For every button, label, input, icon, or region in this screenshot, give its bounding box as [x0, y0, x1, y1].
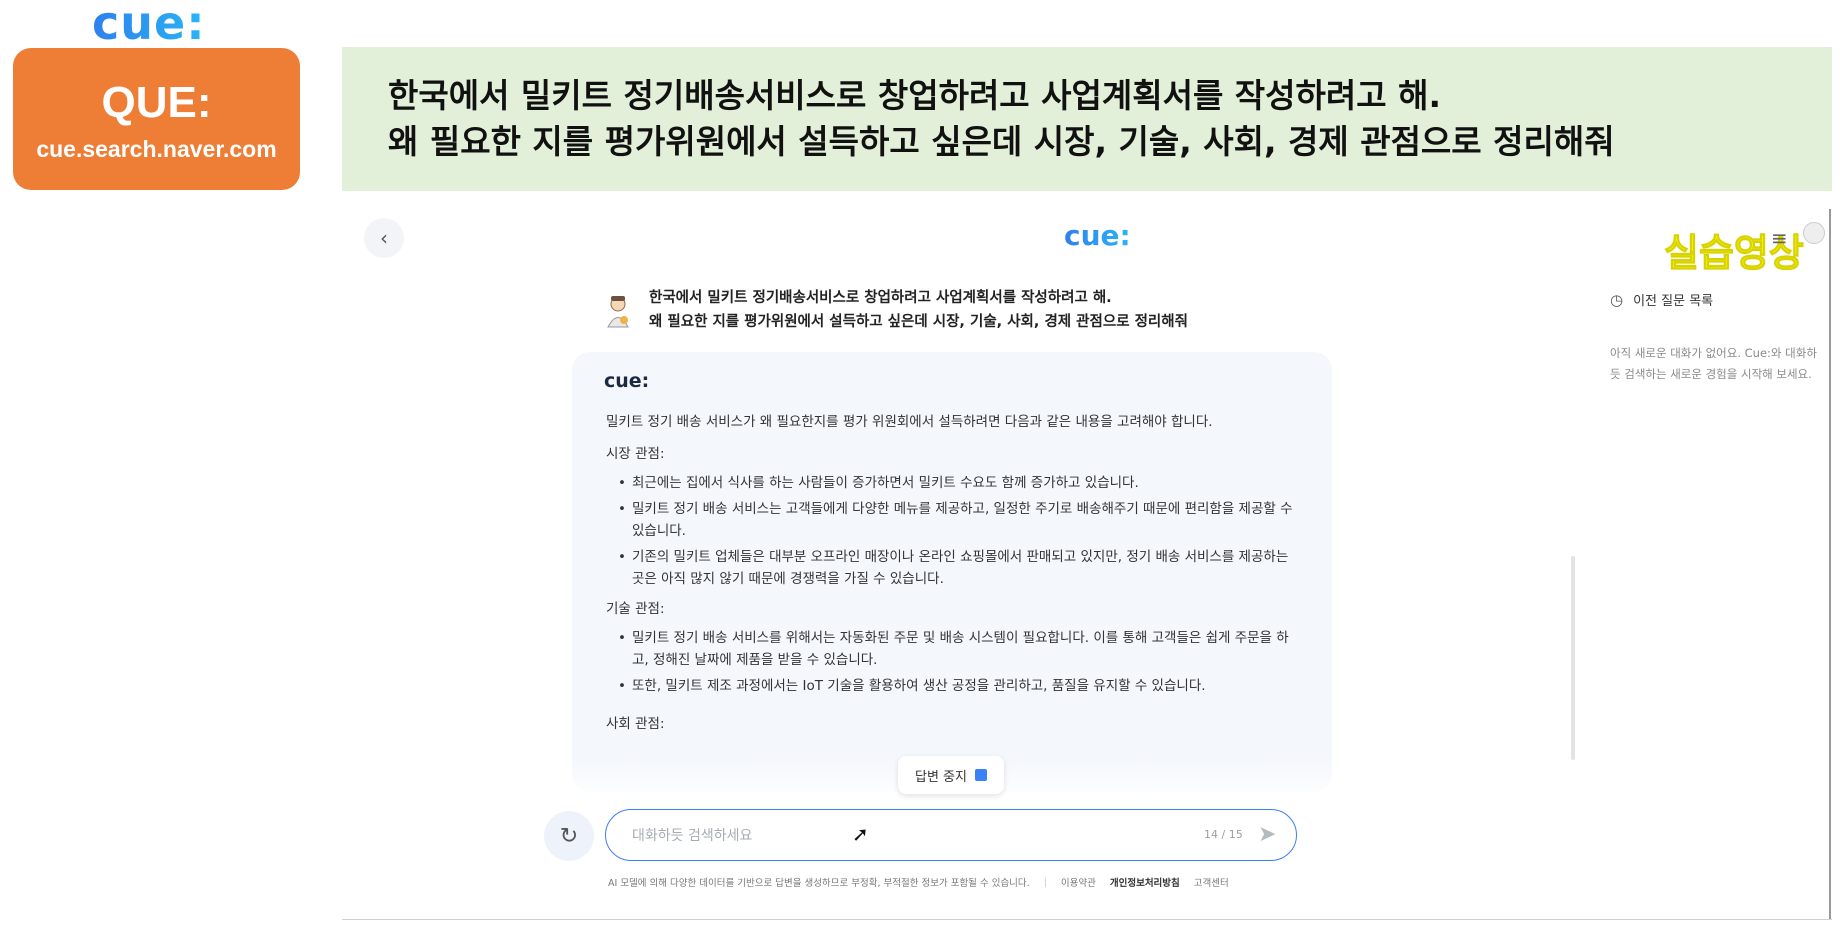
badge-url: cue.search.naver.com	[36, 136, 277, 162]
tech-section-title: 기술 관점:	[606, 601, 665, 617]
avatar[interactable]	[1803, 222, 1825, 244]
stop-answer-button[interactable]: 답변 중지	[898, 756, 1004, 794]
stop-answer-label: 답변 중지	[915, 769, 967, 785]
history-label: 이전 질문 목록	[1633, 294, 1714, 309]
cue-top-logo: cue:	[92, 0, 206, 50]
answer-logo: cue:	[604, 370, 650, 392]
support-link[interactable]: 고객센터	[1194, 875, 1229, 889]
list-item: 밀키트 정기 배송 서비스는 고객들에게 다양한 메뉴를 제공하고, 일정한 주…	[606, 498, 1296, 542]
refresh-icon: ↻	[559, 823, 579, 849]
send-icon[interactable]: ➤	[1258, 822, 1276, 847]
frame-divider	[1829, 209, 1831, 919]
app-logo[interactable]: cue:	[1064, 219, 1131, 252]
sidebar-empty-message: 아직 새로운 대화가 없어요. Cue:와 대화하듯 검색하는 새로운 경험을 …	[1610, 346, 1817, 381]
answer-card: cue: 밀키트 정기 배송 서비스가 왜 필요한지를 평가 위원회에서 설득하…	[572, 352, 1332, 792]
badge-title: QUE:	[101, 78, 212, 127]
mouse-cursor-icon: ➚	[852, 822, 869, 846]
user-question-line-1: 한국에서 밀키트 정기배송서비스로 창업하려고 사업계획서를 작성하려고 해.	[649, 290, 1112, 306]
footer: AI 모델에 의해 다양한 데이터를 기반으로 답변을 생성하므로 부정확, 부…	[608, 875, 1229, 890]
search-box[interactable]: 14 / 15 ➤	[605, 809, 1297, 861]
scrollbar[interactable]	[1571, 556, 1575, 760]
search-input[interactable]	[630, 822, 1154, 850]
history-list-link[interactable]: ◷ 이전 질문 목록	[1610, 290, 1714, 310]
tech-list: 밀키트 정기 배송 서비스를 위해서는 자동화된 주문 및 배송 시스템이 필요…	[606, 627, 1296, 701]
list-item: 기존의 밀키트 업체들은 대부분 오프라인 매장이나 온라인 쇼핑몰에서 판매되…	[606, 546, 1296, 590]
refresh-button[interactable]: ↻	[544, 811, 594, 861]
user-question-line-2: 왜 필요한 지를 평가위원에서 설득하고 싶은데 시장, 기술, 사회, 경제 …	[649, 314, 1188, 330]
list-item: 최근에는 집에서 식사를 하는 사람들이 증가하면서 밀키트 수요도 함께 증가…	[606, 472, 1296, 494]
chevron-left-icon: ‹	[380, 226, 388, 250]
prompt-line-1: 한국에서 밀키트 정기배송서비스로 창업하려고 사업계획서를 작성하려고 해.	[388, 76, 1441, 115]
history-clock-icon: ◷	[1610, 290, 1624, 309]
user-avatar-icon	[607, 296, 629, 328]
social-section-title: 사회 관점:	[606, 716, 665, 732]
privacy-link[interactable]: 개인정보처리방침	[1110, 875, 1180, 889]
hamburger-menu-icon[interactable]: ≡	[1771, 226, 1788, 250]
answer-intro: 밀키트 정기 배송 서비스가 왜 필요한지를 평가 위원회에서 설득하려면 다음…	[606, 414, 1213, 430]
footer-disclaimer: AI 모델에 의해 다양한 데이터를 기반으로 답변을 생성하므로 부정확, 부…	[608, 878, 1030, 889]
prompt-line-2: 왜 필요한 지를 평가위원에서 설득하고 싶은데 시장, 기술, 사회, 경제 …	[388, 122, 1615, 161]
prompt-banner: 한국에서 밀키트 정기배송서비스로 창업하려고 사업계획서를 작성하려고 해. …	[342, 47, 1832, 191]
market-section-title: 시장 관점:	[606, 446, 665, 462]
footer-separator: |	[1043, 876, 1047, 888]
market-list: 최근에는 집에서 식사를 하는 사람들이 증가하면서 밀키트 수요도 함께 증가…	[606, 472, 1296, 594]
list-item: 또한, 밀키트 제조 과정에서는 IoT 기술을 활용하여 생산 공정을 관리하…	[606, 675, 1296, 697]
stop-square-icon	[974, 769, 987, 781]
list-item: 밀키트 정기 배송 서비스를 위해서는 자동화된 주문 및 배송 시스템이 필요…	[606, 627, 1296, 671]
char-count: 14 / 15	[1204, 828, 1243, 841]
que-badge: QUE: cue.search.naver.com	[13, 48, 300, 190]
back-button[interactable]: ‹	[364, 218, 404, 258]
terms-link[interactable]: 이용약관	[1061, 875, 1096, 889]
